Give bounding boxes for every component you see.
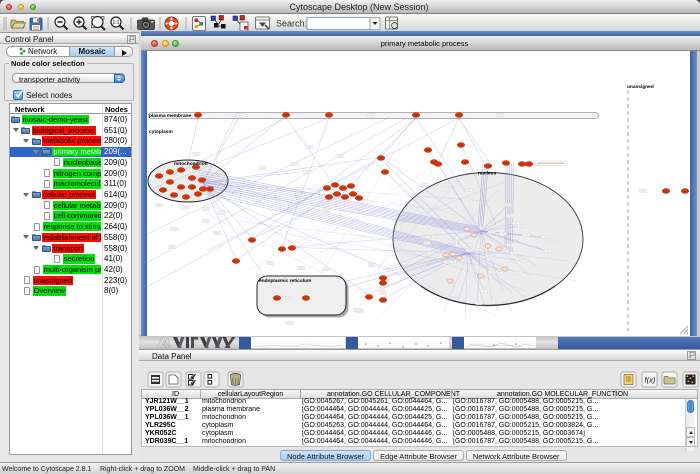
svg-text:mitochondrion: mitochondrion [174,161,208,167]
svg-text:plasma membrane: plasma membrane [149,113,191,119]
svg-text:f(x): f(x) [645,376,656,385]
svg-text:unassigned: unassigned [627,84,654,90]
svg-text:cytoplasm: cytoplasm [149,129,173,135]
svg-text:nucleus: nucleus [478,170,496,176]
svg-text:endoplasmic reticulum: endoplasmic reticulum [259,278,311,284]
svg-text:1:1: 1:1 [113,20,120,26]
svg-text:Search:: Search: [276,19,307,29]
